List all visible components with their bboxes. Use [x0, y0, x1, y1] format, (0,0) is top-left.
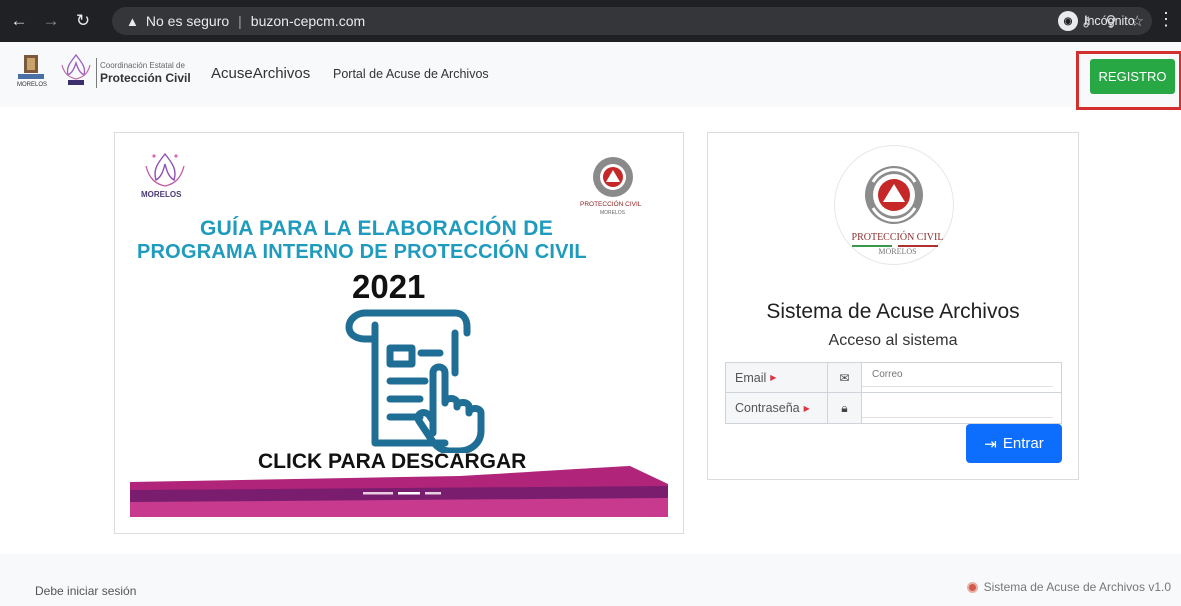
footer-version: Sistema de Acuse de Archivos v1.0 — [966, 580, 1171, 594]
pc-emblem-logo — [865, 166, 923, 224]
login-arrow-icon: ⇥ — [984, 435, 997, 453]
password-label-text: Contraseña — [735, 401, 800, 415]
forward-icon[interactable]: → — [38, 8, 64, 34]
guide-wave-decoration — [130, 466, 668, 517]
kebab-menu-icon[interactable]: ⋮ — [1157, 9, 1175, 30]
footer-version-text: Sistema de Acuse de Archivos v1.0 — [983, 580, 1171, 594]
footer-status: Debe iniciar sesión — [35, 584, 137, 598]
navbar-brand[interactable]: AcuseArchivos — [211, 65, 310, 82]
login-subtitle: Acceso al sistema — [828, 332, 958, 349]
pc-mini-icon — [966, 581, 978, 593]
login-title: Sistema de Acuse Archivos — [766, 300, 1020, 323]
reload-icon[interactable]: ↻ — [70, 8, 96, 34]
required-marker-icon: ▶ — [770, 373, 777, 382]
guide-title-line1: GUÍA PARA LA ELABORACIÓN DE — [200, 217, 554, 240]
guide-morelos-label: MORELOS — [141, 190, 182, 199]
guide-title-line2: PROGRAMA INTERNO DE PROTECCIÓN CIVIL — [137, 241, 587, 263]
envelope-icon: ✉ — [828, 363, 862, 392]
coordination-title: Protección Civil — [100, 71, 191, 85]
warning-icon[interactable]: ▲ — [126, 14, 139, 29]
nav-link-portal[interactable]: Portal de Acuse de Archivos — [333, 67, 489, 81]
guide-lotus-logo — [145, 152, 185, 187]
email-field[interactable] — [862, 363, 1053, 387]
url-separator: | — [238, 13, 242, 29]
browser-toolbar: ← → ↻ ▲ No es seguro | buzon-cepcm.com ⚷… — [0, 0, 1181, 42]
document-click-icon — [345, 309, 485, 453]
url-text[interactable]: buzon-cepcm.com — [251, 13, 365, 29]
guide-year: 2021 — [352, 268, 426, 305]
guide-pc-sub: MORELOS — [600, 210, 626, 216]
highlight-annotation-box — [1076, 51, 1181, 110]
morelos-lotus-logo[interactable] — [58, 53, 94, 87]
password-row: Contraseña ▶ 🔒︎ — [725, 393, 1062, 424]
logo-divider — [96, 58, 97, 88]
login-submit-button[interactable]: ⇥ Entrar — [966, 424, 1062, 463]
email-row: Email ▶ ✉ — [725, 362, 1062, 393]
login-logo-sub: MORELOS — [878, 247, 917, 256]
logo-a-caption: MORELOS — [17, 82, 48, 88]
incognito-icon: ◉ — [1058, 11, 1078, 31]
morelos-state-logo[interactable] — [18, 55, 44, 85]
lock-icon: 🔒︎ — [828, 393, 862, 423]
coordination-subtitle: Coordinación Estatal de — [100, 61, 185, 70]
guide-pc-label: PROTECCIÓN CIVIL — [580, 201, 642, 208]
login-logo-label: PROTECCIÓN CIVIL — [851, 232, 944, 243]
guide-pc-emblem — [593, 157, 633, 197]
password-label: Contraseña ▶ — [726, 393, 828, 423]
back-icon[interactable]: ← — [6, 8, 32, 34]
security-label: No es seguro — [145, 13, 230, 29]
email-label: Email ▶ — [726, 363, 828, 392]
address-bar[interactable]: ▲ No es seguro | buzon-cepcm.com ⚷ ⚲ ☆ — [112, 7, 1152, 35]
password-field[interactable] — [862, 393, 1053, 418]
required-marker-icon: ▶ — [803, 403, 810, 413]
incognito-label: Incógnito — [1084, 14, 1135, 28]
email-label-text: Email — [735, 370, 767, 385]
incognito-indicator[interactable]: ◉ Incógnito — [1058, 11, 1135, 31]
login-submit-label: Entrar — [1002, 435, 1044, 452]
